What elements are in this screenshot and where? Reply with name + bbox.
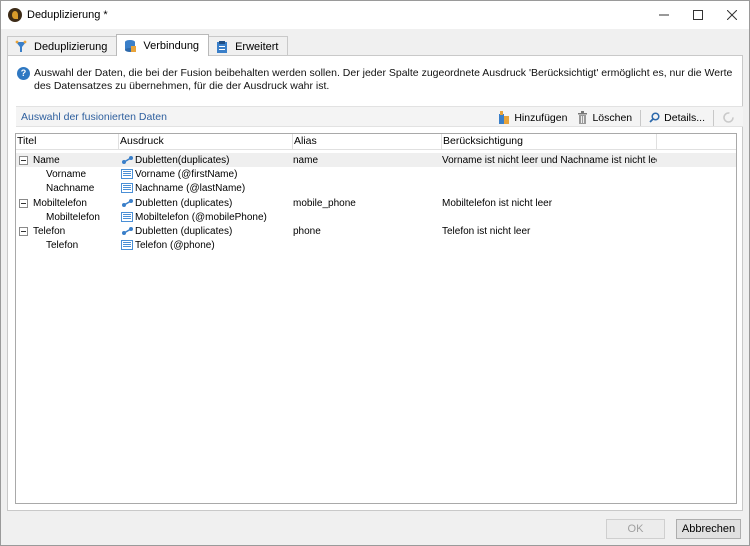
row-expression: Dubletten (duplicates) — [135, 225, 233, 237]
help-icon: ? — [17, 67, 30, 80]
section-header: Auswahl der fusionierten Daten Hinzufüge… — [16, 106, 743, 127]
delete-label: Löschen — [592, 111, 633, 124]
grid-toolbar: Hinzufügen Löschen Details... — [494, 107, 739, 128]
tab-verbindung[interactable]: Verbindung — [116, 34, 210, 56]
tab-panel-verbindung: ? Auswahl der Daten, die bei der Fusion … — [7, 55, 743, 511]
refresh-icon — [723, 112, 734, 123]
row-expression: Mobiltelefon (@mobilePhone) — [135, 211, 267, 223]
toolbar-separator — [640, 109, 642, 126]
info-text: Auswahl der Daten, die bei der Fusion be… — [34, 67, 733, 92]
maximize-icon — [693, 10, 703, 20]
field-icon — [121, 183, 133, 193]
column-header-ausdruck[interactable]: Ausdruck — [119, 134, 293, 150]
column-header-beruecksichtigung[interactable]: Berücksichtigung — [442, 134, 657, 150]
toolbar-separator — [713, 109, 714, 126]
minimize-button[interactable] — [647, 1, 681, 29]
close-icon — [727, 10, 737, 20]
row-condition: Telefon ist nicht leer — [442, 225, 531, 237]
add-label: Hinzufügen — [514, 111, 568, 124]
field-icon — [121, 240, 133, 250]
row-title: Mobiltelefon — [33, 197, 87, 209]
collapse-toggle-icon[interactable] — [19, 226, 28, 236]
table-row[interactable]: Mobiltelefon Mobiltelefon (@mobilePhone) — [16, 210, 736, 224]
database-icon — [123, 39, 137, 53]
row-condition: Mobiltelefon ist nicht leer — [442, 197, 553, 209]
column-header-titel[interactable]: Titel — [16, 134, 119, 150]
minimize-icon — [659, 14, 669, 16]
collapse-toggle-icon[interactable] — [19, 155, 28, 165]
link-icon — [121, 155, 134, 165]
magnifier-icon — [649, 112, 660, 123]
grid-header: Titel Ausdruck Alias Berücksichtigung — [16, 134, 736, 150]
tab-label: Deduplizierung — [34, 40, 108, 53]
tab-erweitert[interactable]: Erweitert — [208, 36, 289, 56]
window-title: Deduplizierung * — [27, 9, 108, 21]
add-button[interactable]: Hinzufügen — [494, 108, 571, 127]
tab-strip: Deduplizierung Verbindung Erweitert — [7, 34, 289, 56]
row-title: Nachname — [46, 182, 95, 194]
funnel-icon — [14, 40, 28, 54]
ok-button[interactable]: OK — [606, 519, 665, 539]
dialog-footer: OK Abbrechen — [1, 512, 749, 546]
row-title: Mobiltelefon — [46, 211, 100, 223]
info-message: ? Auswahl der Daten, die bei der Fusion … — [17, 67, 737, 93]
row-expression: Telefon (@phone) — [135, 239, 215, 251]
tab-label: Verbindung — [143, 39, 200, 52]
trash-icon — [578, 111, 588, 124]
table-row[interactable]: Nachname Nachname (@lastName) — [16, 181, 736, 195]
link-icon — [121, 198, 134, 208]
row-title: Telefon — [33, 225, 66, 237]
add-icon — [499, 110, 510, 124]
collapse-toggle-icon[interactable] — [19, 198, 28, 208]
row-expression: Dubletten (duplicates) — [135, 197, 233, 209]
cancel-button[interactable]: Abbrechen — [676, 519, 741, 539]
window-controls — [647, 1, 749, 29]
row-expression: Dubletten(duplicates) — [135, 154, 230, 166]
table-row[interactable]: Name Dubletten(duplicates) name Vorname … — [16, 153, 736, 167]
link-icon — [121, 226, 134, 236]
clipboard-icon — [215, 40, 229, 54]
table-row[interactable]: Mobiltelefon Dubletten (duplicates) mobi… — [16, 196, 736, 210]
maximize-button[interactable] — [681, 1, 715, 29]
merged-data-grid[interactable]: Titel Ausdruck Alias Berücksichtigung Na… — [15, 133, 737, 504]
row-title: Telefon — [46, 239, 79, 251]
row-alias: mobile_phone — [293, 197, 356, 209]
details-button[interactable]: Details... — [645, 108, 709, 127]
table-row[interactable]: Telefon Telefon (@phone) — [16, 238, 736, 252]
field-icon — [121, 169, 133, 179]
table-row[interactable]: Vorname Vorname (@firstName) — [16, 167, 736, 181]
table-row[interactable]: Telefon Dubletten (duplicates) phone Tel… — [16, 224, 736, 238]
row-alias: name — [293, 154, 319, 166]
tab-label: Erweitert — [235, 40, 279, 53]
row-expression: Nachname (@lastName) — [135, 182, 246, 194]
refresh-button[interactable] — [718, 108, 739, 127]
tab-deduplizierung[interactable]: Deduplizierung — [7, 36, 118, 56]
section-title: Auswahl der fusionierten Daten — [21, 110, 167, 123]
row-condition: Vorname ist nicht leer und Nachname ist … — [442, 154, 657, 166]
app-logo-icon — [8, 8, 22, 22]
title-bar[interactable]: Deduplizierung * — [1, 1, 749, 29]
field-icon — [121, 212, 133, 222]
details-label: Details... — [664, 111, 705, 124]
row-expression: Vorname (@firstName) — [135, 168, 238, 180]
close-button[interactable] — [715, 1, 749, 29]
column-header-alias[interactable]: Alias — [293, 134, 442, 150]
row-title: Vorname — [46, 168, 87, 180]
row-title: Name — [33, 154, 60, 166]
row-alias: phone — [293, 225, 321, 237]
delete-button[interactable]: Löschen — [573, 108, 636, 127]
dialog-window: Deduplizierung * Deduplizierung Verbindu… — [0, 0, 750, 546]
